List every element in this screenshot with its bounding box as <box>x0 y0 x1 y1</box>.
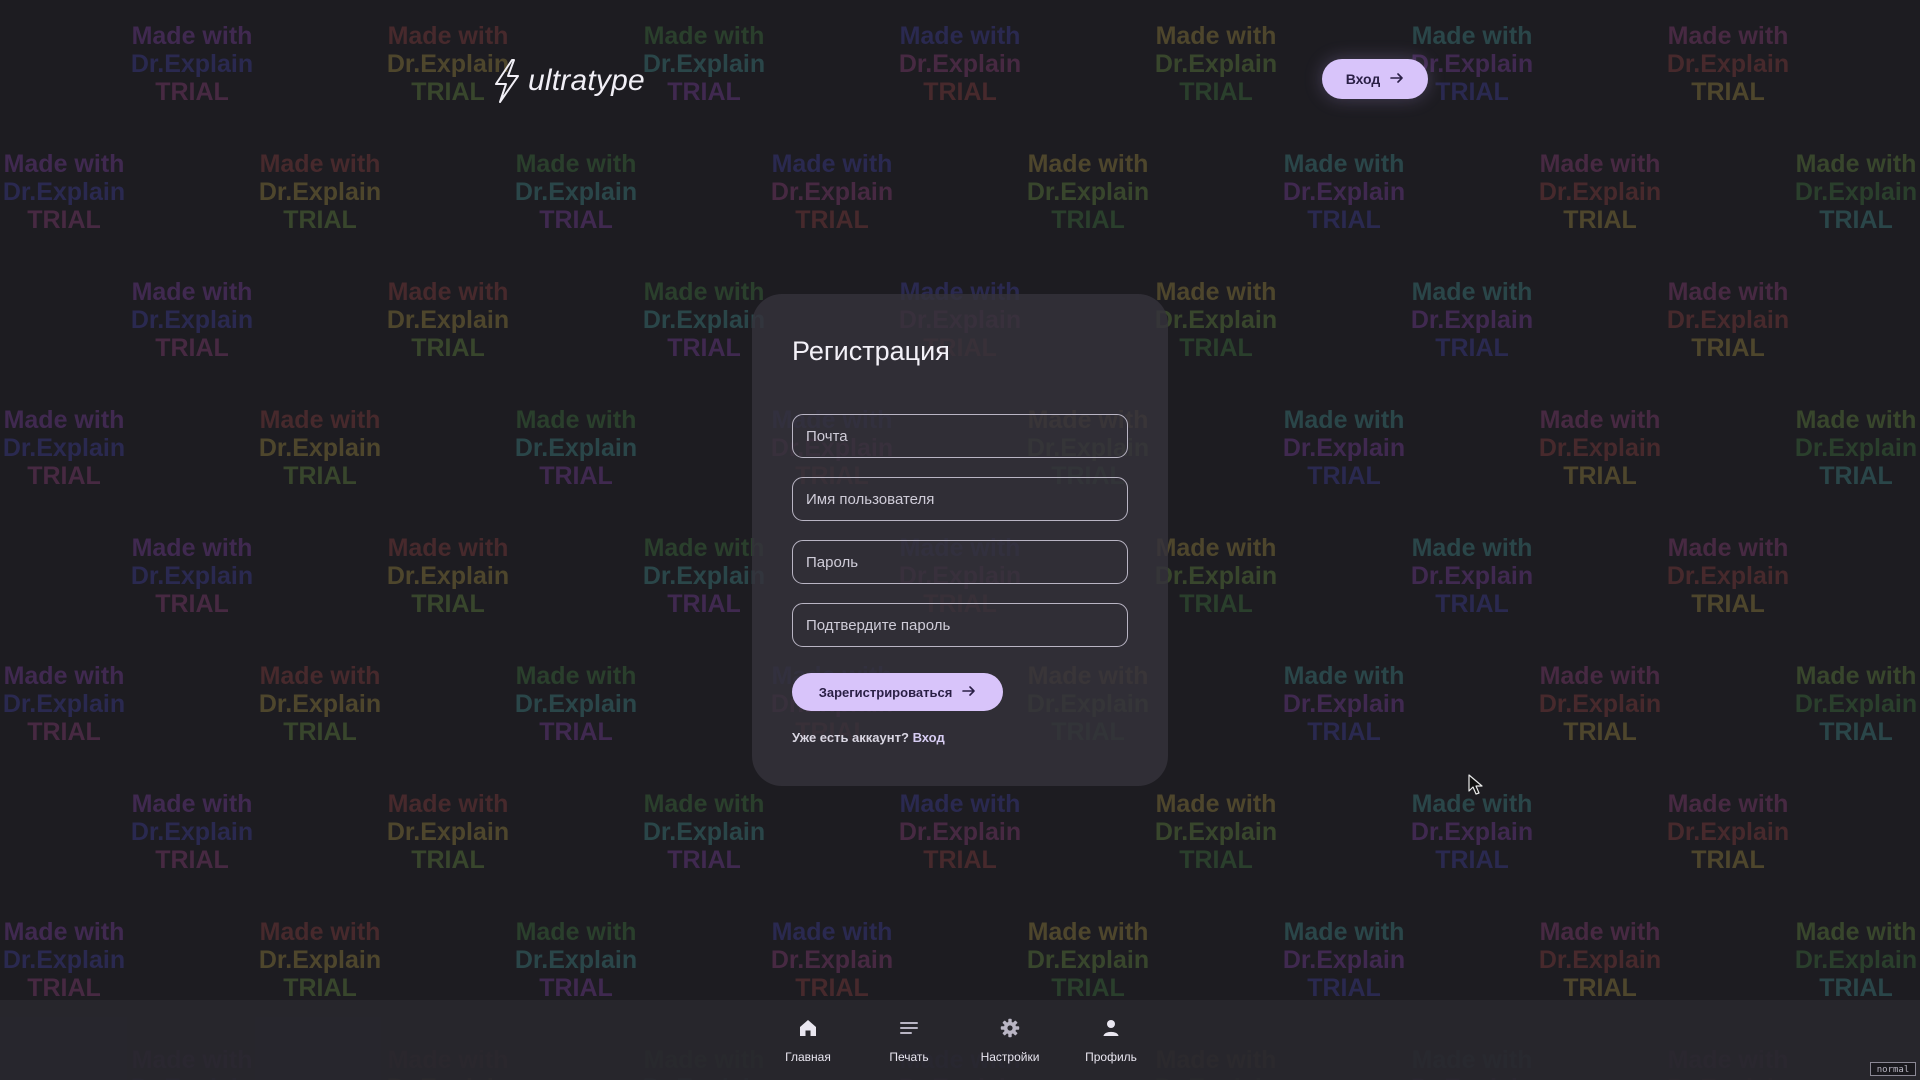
confirm-password-field[interactable] <box>792 603 1128 647</box>
password-field[interactable] <box>792 540 1128 584</box>
have-account-text: Уже есть аккаунт? <box>792 730 909 745</box>
lightning-icon <box>490 58 524 104</box>
arrow-right-icon <box>962 685 976 700</box>
nav-item-profile[interactable]: Профиль <box>1066 1018 1156 1064</box>
lines-icon <box>899 1018 919 1043</box>
trial-watermark: Made withDr.ExplainTRIAL <box>1282 150 1406 234</box>
username-field[interactable] <box>792 477 1128 521</box>
bottom-navigation: Главная Печать Настройки Профиль <box>0 1000 1920 1080</box>
trial-watermark: Made withDr.ExplainTRIAL <box>258 918 382 1002</box>
trial-watermark: Made withDr.ExplainTRIAL <box>258 406 382 490</box>
trial-watermark: Made withDr.ExplainTRIAL <box>514 662 638 746</box>
email-field[interactable] <box>792 414 1128 458</box>
trial-watermark: Made withDr.ExplainTRIAL <box>2 150 126 234</box>
trial-watermark: Made withDr.ExplainTRIAL <box>1794 918 1918 1002</box>
trial-watermark: Made withDr.ExplainTRIAL <box>1666 278 1790 362</box>
header-login-button[interactable]: Вход <box>1322 59 1428 99</box>
register-button-label: Зарегистрироваться <box>818 684 953 700</box>
logo-text: ultratype <box>528 64 645 97</box>
trial-watermark: Made withDr.ExplainTRIAL <box>514 406 638 490</box>
trial-watermark: Made withDr.ExplainTRIAL <box>1894 534 1920 618</box>
registration-card: Регистрация Зарегистрироваться Уже есть … <box>752 294 1168 786</box>
trial-watermark: Made withDr.ExplainTRIAL <box>514 150 638 234</box>
trial-watermark: Made withDr.ExplainTRIAL <box>514 918 638 1002</box>
trial-watermark: Made withDr.ExplainTRIAL <box>1154 790 1278 874</box>
have-account-line: Уже есть аккаунт? Вход <box>792 730 945 745</box>
trial-watermark: Made withDr.ExplainTRIAL <box>1282 662 1406 746</box>
registration-title: Регистрация <box>792 336 950 366</box>
home-icon <box>798 1018 818 1043</box>
trial-watermark: Made withDr.ExplainTRIAL <box>1794 662 1918 746</box>
trial-watermark: Made withDr.ExplainTRIAL <box>1894 278 1920 362</box>
app-screen: Made with Dr.Explain TRIAL Made with Dr.Expl… <box>0 0 1920 1080</box>
trial-watermark: Made withDr.ExplainTRIAL <box>1026 150 1150 234</box>
trial-watermark: Made withDr.ExplainTRIAL <box>1026 918 1150 1002</box>
trial-watermark: Made withDr.ExplainTRIAL <box>1794 150 1918 234</box>
trial-watermark: Made withDr.ExplainTRIAL <box>1154 22 1278 106</box>
trial-watermark: Made withDr.ExplainTRIAL <box>2 662 126 746</box>
trial-watermark: Made withDr.ExplainTRIAL <box>130 534 254 618</box>
nav-label-profile: Профиль <box>1085 1050 1137 1064</box>
nav-label-print: Печать <box>889 1050 929 1064</box>
trial-watermark: Made withDr.ExplainTRIAL <box>2 406 126 490</box>
nav-label-settings: Настройки <box>980 1050 1040 1064</box>
nav-item-settings[interactable]: Настройки <box>965 1018 1055 1064</box>
nav-item-print[interactable]: Печать <box>864 1018 954 1064</box>
app-logo[interactable]: ultratype <box>490 56 645 106</box>
trial-watermark: Made withDr.ExplainTRIAL <box>642 790 766 874</box>
nav-label-home: Главная <box>785 1050 831 1064</box>
trial-watermark: Made withDr.ExplainTRIAL <box>770 150 894 234</box>
trial-watermark: Made withDr.ExplainTRIAL <box>1666 534 1790 618</box>
trial-watermark: Made withDr.ExplainTRIAL <box>1410 534 1534 618</box>
trial-watermark: Made withDr.ExplainTRIAL <box>1794 406 1918 490</box>
trial-watermark: Made withDr.ExplainTRIAL <box>130 790 254 874</box>
register-button[interactable]: Зарегистрироваться <box>792 673 1003 711</box>
trial-watermark: Made withDr.ExplainTRIAL <box>898 790 1022 874</box>
trial-watermark: Made withDr.ExplainTRIAL <box>130 278 254 362</box>
trial-watermark: Made withDr.ExplainTRIAL <box>770 918 894 1002</box>
trial-watermark: Made withDr.ExplainTRIAL <box>1410 278 1534 362</box>
trial-watermark: Made withDr.ExplainTRIAL <box>1538 918 1662 1002</box>
trial-watermark: Made withDr.ExplainTRIAL <box>2 918 126 1002</box>
login-link[interactable]: Вход <box>913 730 945 745</box>
gear-icon <box>1000 1018 1020 1043</box>
header-login-label: Вход <box>1345 71 1381 87</box>
mouse-cursor-icon <box>1468 774 1484 801</box>
arrow-right-icon <box>1390 71 1404 87</box>
trial-watermark: Made withDr.ExplainTRIAL <box>130 22 254 106</box>
trial-watermark: Made withDr.ExplainTRIAL <box>386 278 510 362</box>
status-badge: normal <box>1870 1062 1916 1076</box>
trial-watermark: Made withDr.ExplainTRIAL <box>386 790 510 874</box>
trial-watermark: Made withDr.ExplainTRIAL <box>1538 406 1662 490</box>
trial-watermark: Made withDr.ExplainTRIAL <box>1666 22 1790 106</box>
trial-watermark: Made withDr.ExplainTRIAL <box>1894 790 1920 874</box>
trial-watermark: Made withDr.ExplainTRIAL <box>1282 406 1406 490</box>
trial-watermark: Made withDr.ExplainTRIAL <box>1410 790 1534 874</box>
trial-watermark: Made withDr.ExplainTRIAL <box>258 150 382 234</box>
trial-watermark: Made withDr.ExplainTRIAL <box>258 662 382 746</box>
user-icon <box>1101 1018 1121 1043</box>
trial-watermark: Made withDr.ExplainTRIAL <box>1282 918 1406 1002</box>
trial-watermark: Made withDr.ExplainTRIAL <box>898 22 1022 106</box>
trial-watermark: Made withDr.ExplainTRIAL <box>1894 22 1920 106</box>
trial-watermark: Made withDr.ExplainTRIAL <box>1538 150 1662 234</box>
trial-watermark: Made withDr.ExplainTRIAL <box>1538 662 1662 746</box>
trial-watermark: Made withDr.ExplainTRIAL <box>1666 790 1790 874</box>
nav-item-home[interactable]: Главная <box>763 1018 853 1064</box>
trial-watermark: Made withDr.ExplainTRIAL <box>386 534 510 618</box>
